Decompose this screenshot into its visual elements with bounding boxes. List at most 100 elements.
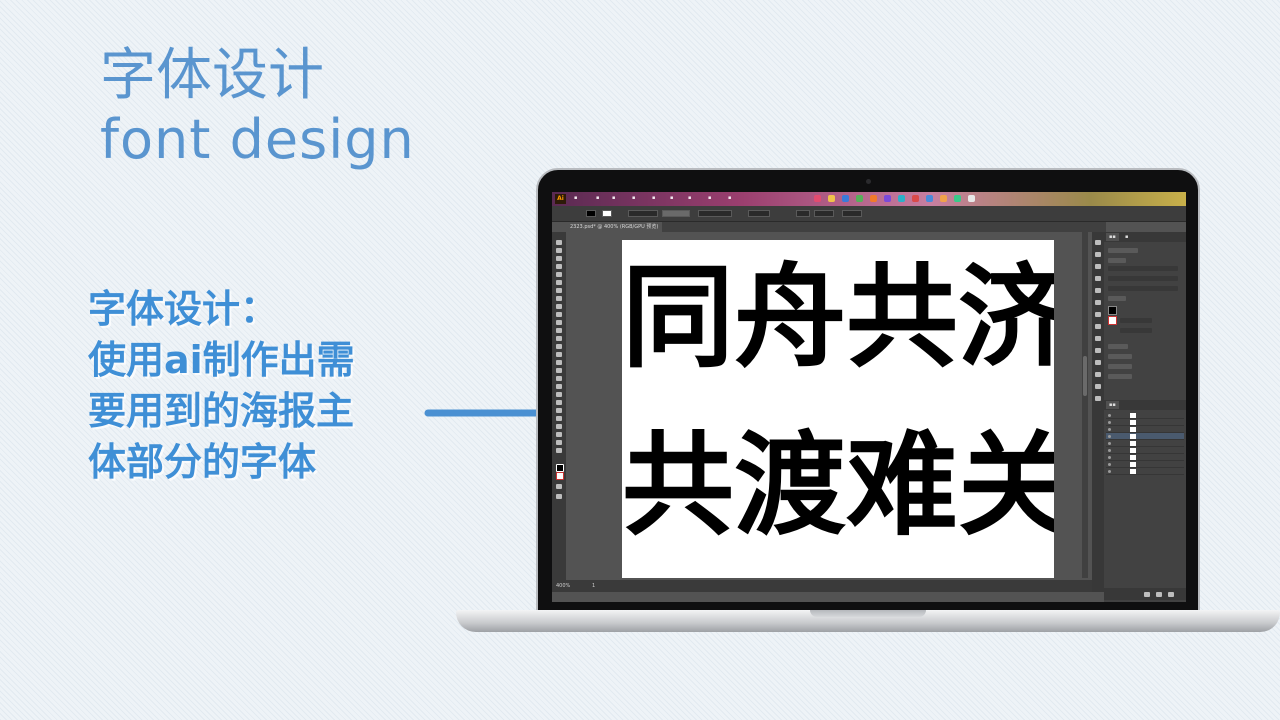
artboard-tool-icon[interactable] xyxy=(556,424,562,429)
panel-toggle-icon[interactable] xyxy=(1095,288,1101,293)
artboard[interactable]: 同 舟 共 济 共 渡 难 关 xyxy=(622,240,1054,578)
eye-icon[interactable] xyxy=(1108,456,1111,459)
menu-item[interactable]: ▪ xyxy=(728,195,731,201)
eye-icon[interactable] xyxy=(1108,421,1111,424)
panel-toggle-icon[interactable] xyxy=(1095,360,1101,365)
magic-wand-tool-icon[interactable] xyxy=(556,256,562,261)
layer-row[interactable] xyxy=(1106,468,1184,475)
panel-toggle-icon[interactable] xyxy=(1095,300,1101,305)
control-button[interactable] xyxy=(842,210,862,217)
layers-tab[interactable]: ▪▪ xyxy=(1106,401,1119,409)
transform-field[interactable] xyxy=(1108,266,1178,271)
fill-swatch[interactable] xyxy=(1108,306,1117,315)
taskbar-app-icon[interactable] xyxy=(968,195,975,202)
scale-tool-icon[interactable] xyxy=(556,336,562,341)
panel-toggle-icon[interactable] xyxy=(1095,348,1101,353)
taskbar-app-icon[interactable] xyxy=(940,195,947,202)
panel-toggle-icon[interactable] xyxy=(1095,336,1101,341)
control-field[interactable] xyxy=(628,210,658,217)
zoom-level[interactable]: 400% xyxy=(556,580,570,592)
stroke-profile-field[interactable] xyxy=(698,210,732,217)
layer-row[interactable] xyxy=(1106,419,1184,426)
menu-item[interactable]: ▪ xyxy=(652,195,655,201)
control-field[interactable] xyxy=(662,210,690,217)
menu-item[interactable]: ▪ xyxy=(596,195,599,201)
layer-row-selected[interactable] xyxy=(1106,433,1184,440)
fill-swatch[interactable] xyxy=(586,210,596,217)
layer-row[interactable] xyxy=(1106,440,1184,447)
graph-tool-icon[interactable] xyxy=(556,416,562,421)
vertical-scrollbar[interactable] xyxy=(1082,232,1088,578)
panel-toggle-icon[interactable] xyxy=(1095,324,1101,329)
new-layer-icon[interactable] xyxy=(1144,592,1150,597)
taskbar-app-icon[interactable] xyxy=(856,195,863,202)
layer-row[interactable] xyxy=(1106,426,1184,433)
stroke-swatch[interactable] xyxy=(1108,316,1117,325)
paintbrush-tool-icon[interactable] xyxy=(556,304,562,309)
panel-toggle-icon[interactable] xyxy=(1095,384,1101,389)
layer-row[interactable] xyxy=(1106,454,1184,461)
eye-icon[interactable] xyxy=(1108,428,1111,431)
panel-tab[interactable]: ▪▪ xyxy=(1106,233,1119,241)
slice-tool-icon[interactable] xyxy=(556,432,562,437)
menu-item[interactable]: ▪ xyxy=(574,195,577,201)
control-button[interactable] xyxy=(814,210,834,217)
line-tool-icon[interactable] xyxy=(556,288,562,293)
layer-row[interactable] xyxy=(1106,412,1184,419)
eye-icon[interactable] xyxy=(1108,449,1111,452)
curvature-tool-icon[interactable] xyxy=(556,272,562,277)
direct-selection-tool-icon[interactable] xyxy=(556,248,562,253)
document-tab[interactable]: 2323.psd* @ 400% (RGB/GPU 预览) xyxy=(566,222,663,232)
panel-toggle-icon[interactable] xyxy=(1095,276,1101,281)
transform-field[interactable] xyxy=(1108,276,1178,281)
taskbar-app-icon[interactable] xyxy=(954,195,961,202)
delete-layer-icon[interactable] xyxy=(1168,592,1174,597)
mesh-tool-icon[interactable] xyxy=(556,376,562,381)
eyedropper-tool-icon[interactable] xyxy=(556,392,562,397)
menu-item[interactable]: ▪ xyxy=(688,195,691,201)
stroke-weight-field[interactable] xyxy=(1120,318,1152,323)
screen-mode-icon[interactable] xyxy=(556,494,562,499)
selection-tool-icon[interactable] xyxy=(556,240,562,245)
menu-item[interactable]: ▪ xyxy=(670,195,673,201)
hand-tool-icon[interactable] xyxy=(556,440,562,445)
taskbar-app-icon[interactable] xyxy=(828,195,835,202)
rotate-tool-icon[interactable] xyxy=(556,328,562,333)
zoom-tool-icon[interactable] xyxy=(556,448,562,453)
transform-field[interactable] xyxy=(1108,286,1178,291)
free-transform-tool-icon[interactable] xyxy=(556,352,562,357)
panel-toggle-icon[interactable] xyxy=(1095,372,1101,377)
pen-tool-icon[interactable] xyxy=(556,264,562,269)
menu-item[interactable]: ▪ xyxy=(708,195,711,201)
taskbar-app-icon[interactable] xyxy=(884,195,891,202)
scroll-thumb[interactable] xyxy=(1083,356,1087,396)
taskbar-app-icon[interactable] xyxy=(926,195,933,202)
rectangle-tool-icon[interactable] xyxy=(556,296,562,301)
eye-icon[interactable] xyxy=(1108,414,1111,417)
eraser-tool-icon[interactable] xyxy=(556,320,562,325)
blend-tool-icon[interactable] xyxy=(556,400,562,405)
opacity-field[interactable] xyxy=(748,210,770,217)
taskbar-app-icon[interactable] xyxy=(842,195,849,202)
eye-icon[interactable] xyxy=(1108,442,1111,445)
shape-builder-tool-icon[interactable] xyxy=(556,360,562,365)
stroke-color-icon[interactable] xyxy=(556,472,564,480)
panel-toggle-icon[interactable] xyxy=(1095,312,1101,317)
draw-mode-icon[interactable] xyxy=(556,484,562,489)
panel-toggle-icon[interactable] xyxy=(1095,240,1101,245)
stroke-swatch[interactable] xyxy=(602,210,612,217)
width-tool-icon[interactable] xyxy=(556,344,562,349)
pencil-tool-icon[interactable] xyxy=(556,312,562,317)
taskbar-app-icon[interactable] xyxy=(912,195,919,202)
page-number[interactable]: 1 xyxy=(592,580,595,592)
eye-icon[interactable] xyxy=(1108,470,1111,473)
panel-tab[interactable]: ▪ xyxy=(1122,233,1131,241)
type-tool-icon[interactable] xyxy=(556,280,562,285)
layer-mask-icon[interactable] xyxy=(1156,592,1162,597)
menu-item[interactable]: ▪ xyxy=(612,195,615,201)
perspective-tool-icon[interactable] xyxy=(556,368,562,373)
taskbar-app-icon[interactable] xyxy=(870,195,877,202)
taskbar-app-icon[interactable] xyxy=(814,195,821,202)
layer-row[interactable] xyxy=(1106,461,1184,468)
panel-toggle-icon[interactable] xyxy=(1095,252,1101,257)
